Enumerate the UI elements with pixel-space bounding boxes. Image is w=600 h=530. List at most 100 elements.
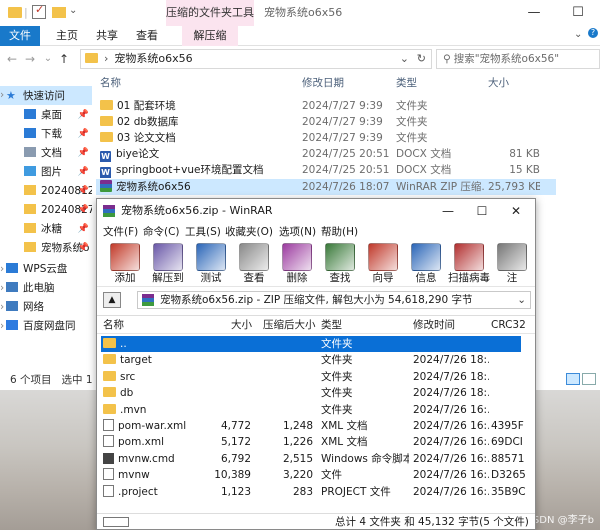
nav-item[interactable]: ★ 快速访问 › [0,86,92,105]
column-type[interactable]: 类型 [396,72,417,94]
pin-icon[interactable]: 📌 [78,220,89,239]
winrar-minimize-button[interactable]: — [431,199,465,223]
menu-help[interactable]: 帮助(H) [321,223,358,241]
menu-options[interactable]: 选项(N) [279,223,316,241]
menu-commands[interactable]: 命令(C) [143,223,180,241]
winrar-maximize-button[interactable]: ☐ [465,199,499,223]
column-name[interactable]: 名称 [103,316,124,334]
tab-share[interactable]: 共享 [88,26,126,46]
toolbar-button[interactable]: 信息 [404,241,448,287]
expand-chevron-icon[interactable]: › [0,298,4,317]
archive-row[interactable]: src 文件夹 2024/7/26 18:... [97,369,535,385]
column-name[interactable]: 名称 [100,72,121,94]
refresh-icon[interactable]: ↻ [417,50,426,68]
new-folder-icon[interactable] [52,7,66,18]
forward-button[interactable]: → [22,50,38,68]
toolbar-button[interactable]: 注 [490,241,534,287]
toolbar-button[interactable]: 测试 [189,241,233,287]
column-modified[interactable]: 修改时间 [413,316,455,334]
winrar-close-button[interactable]: ✕ [499,199,533,223]
file-row[interactable]: 03 论文文档 2024/7/27 9:39 文件夹 [96,130,556,146]
archive-path[interactable]: 宠物系统o6x56.zip - ZIP 压缩文件, 解包大小为 54,618,2… [137,291,531,309]
menu-file[interactable]: 文件(F) [103,223,138,241]
path-dropdown-icon[interactable]: ⌄ [517,292,526,308]
pin-icon[interactable]: 📌 [78,144,89,163]
toolbar-button[interactable]: 解压到 [146,241,190,287]
toolbar-button[interactable]: 扫描病毒 [447,241,491,287]
nav-item[interactable]: 20240827 📌 [0,201,92,220]
nav-item[interactable]: WPS云盘 › [0,260,92,279]
toolbar-button[interactable]: 查看 [232,241,276,287]
pin-icon[interactable]: 📌 [78,106,89,125]
column-date[interactable]: 修改日期 [302,72,344,94]
archive-name-cell: pom-war.xml [103,418,213,434]
minimize-button[interactable]: — [512,0,556,26]
tab-extract[interactable]: 解压缩 [182,26,238,46]
up-folder-icon[interactable]: ▲ [103,292,121,308]
nav-item[interactable]: 图片 📌 [0,163,92,182]
pin-icon[interactable]: 📌 [78,239,89,258]
nav-item[interactable]: 桌面 📌 [0,106,92,125]
toolbar-button[interactable]: 向导 [361,241,405,287]
column-size[interactable]: 大小 [488,72,509,94]
toolbar-button[interactable]: 添加 [103,241,147,287]
nav-item[interactable]: 20240812 📌 [0,182,92,201]
help-icon[interactable]: ? [588,28,598,38]
archive-row[interactable]: .. 文件夹 [97,336,535,352]
archive-row[interactable]: mvnw.cmd 6,792 2,515 Windows 命令脚本 2024/7/26 … [97,451,535,467]
archive-row[interactable]: pom.xml 5,172 1,226 XML 文档 2024/7/26 16:... 6… [97,434,535,450]
maximize-button[interactable]: ☐ [556,0,600,26]
back-button[interactable]: ← [4,50,20,68]
file-row[interactable]: 02 db数据库 2024/7/27 9:39 文件夹 [96,114,556,130]
nav-item[interactable]: 下载 📌 [0,125,92,144]
column-type[interactable]: 类型 [321,316,342,334]
expand-chevron-icon[interactable]: › [0,260,4,279]
file-row[interactable]: Wbiye论文 2024/7/25 20:51 DOCX 文档 81 KB [96,146,556,162]
quick-access-dropdown-icon[interactable]: ⌄ [69,5,77,16]
archive-row[interactable]: target 文件夹 2024/7/26 18:... [97,352,535,368]
xml-file-icon [103,419,114,431]
toolbar-button[interactable]: 删除 [275,241,319,287]
archive-row[interactable]: mvnw 10,389 3,220 文件 2024/7/26 16:... D3265 [97,467,535,483]
details-view-icon[interactable] [566,373,580,385]
pin-icon[interactable]: 📌 [78,201,89,220]
tab-file[interactable]: 文件 [0,26,40,46]
nav-item[interactable]: 此电脑 › [0,279,92,298]
menu-favorites[interactable]: 收藏夹(O) [225,223,273,241]
properties-icon[interactable]: ✓ [32,3,46,19]
toolbar-button[interactable]: 查找 [318,241,362,287]
breadcrumb[interactable]: 宠物系统o6x56 [114,52,192,65]
archive-row[interactable]: .project 1,123 283 PROJECT 文件 2024/7/26 16:.… [97,484,535,500]
pin-icon[interactable]: 📌 [78,182,89,201]
pin-icon[interactable]: 📌 [78,163,89,182]
nav-item[interactable]: 文档 📌 [0,144,92,163]
archive-row[interactable]: db 文件夹 2024/7/26 18:... [97,385,535,401]
address-bar[interactable]: › 宠物系统o6x56 ⌄ ↻ [80,49,432,69]
nav-item[interactable]: 网络 › [0,298,92,317]
nav-item[interactable]: 冰糖 📌 [0,220,92,239]
nav-item[interactable]: 百度网盘同 › [0,317,92,336]
pin-icon[interactable]: 📌 [78,125,89,144]
ribbon-expand-icon[interactable]: ⌄ [574,29,582,40]
expand-chevron-icon[interactable]: › [0,317,4,336]
nav-item[interactable]: 宠物系统o 📌 [0,239,92,258]
archive-row[interactable]: pom-war.xml 4,772 1,248 XML 文档 2024/7/26 16:… [97,418,535,434]
menu-tools[interactable]: 工具(S) [185,223,221,241]
archive-row[interactable]: .mvn 文件夹 2024/7/26 16:... [97,402,535,418]
column-size[interactable]: 大小 [231,316,252,334]
search-input[interactable]: ⚲ 搜索"宠物系统o6x56" [436,49,600,69]
large-icons-view-icon[interactable] [582,373,596,385]
file-row[interactable]: Wspringboot+vue环境配置文档 2024/7/25 20:51 DOCX… [96,162,556,178]
expand-chevron-icon[interactable]: › [0,86,4,105]
column-crc[interactable]: CRC32 [491,316,526,334]
expand-chevron-icon[interactable]: › [0,279,4,298]
column-packed[interactable]: 压缩后大小 [263,316,316,334]
folder-icon [24,185,36,195]
up-button[interactable]: ↑ [56,50,72,68]
tab-view[interactable]: 查看 [128,26,166,46]
address-dropdown-icon[interactable]: ⌄ [400,50,409,68]
tab-home[interactable]: 主页 [48,26,86,46]
recent-dropdown[interactable]: ⌄ [40,50,56,68]
file-row[interactable]: 01 配套环境 2024/7/27 9:39 文件夹 [96,98,556,114]
file-row[interactable]: 宠物系统o6x56 2024/7/26 18:07 WinRAR ZIP 压缩...… [96,179,556,195]
